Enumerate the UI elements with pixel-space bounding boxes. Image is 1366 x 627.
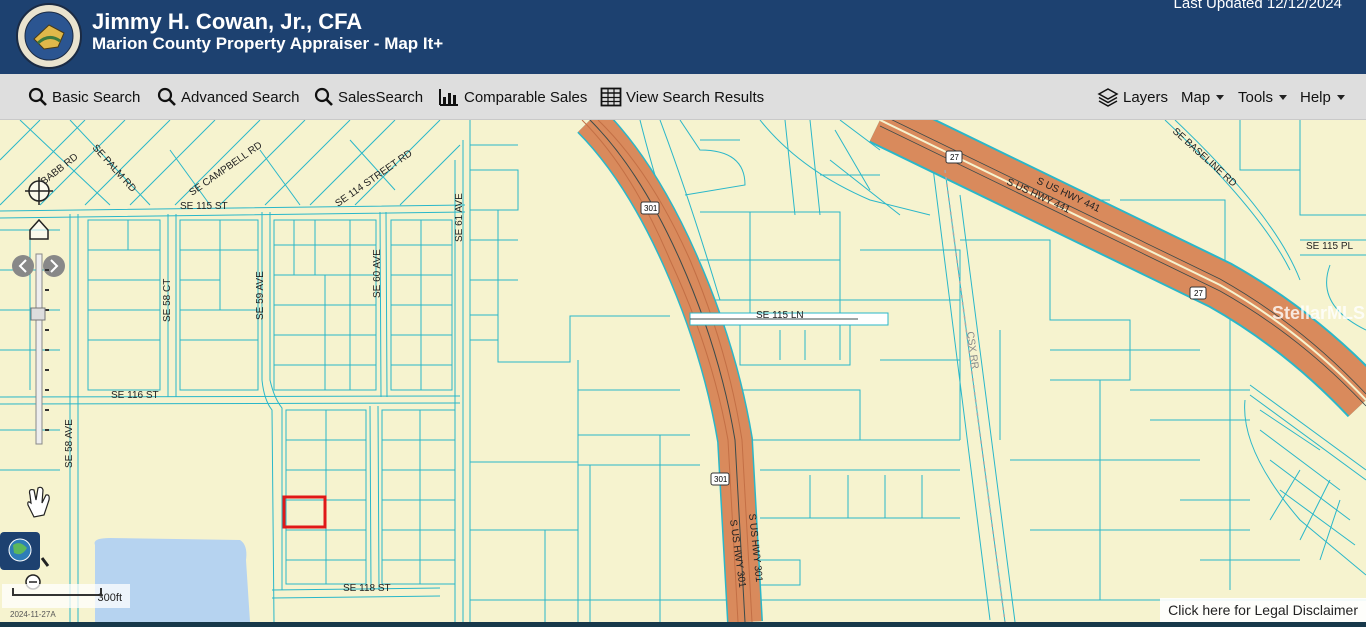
map-canvas[interactable]: BABB RD SE PALM RD SE CAMPBELL RD SE 114… [0,120,1366,622]
lake-water-body [94,538,250,622]
street-label-se-61-ave: SE 61 AVE [454,193,465,242]
scale-bar: 300ft [2,584,130,608]
app-title: Jimmy H. Cowan, Jr., CFA [92,9,363,34]
scale-bar-line [12,588,102,596]
advanced-search-label: Advanced Search [181,88,300,106]
help-menu-label: Help [1300,88,1331,106]
sales-search-button[interactable]: SalesSearch [314,74,423,120]
main-toolbar: Basic Search Advanced Search SalesSearch… [0,74,1366,120]
app-header: Jimmy H. Cowan, Jr., CFA Marion County P… [0,0,1366,74]
caret-down-icon [1216,94,1225,100]
view-search-results-label: View Search Results [626,88,765,106]
table-grid-icon [600,87,622,107]
legal-disclaimer-link[interactable]: Click here for Legal Disclaimer [1160,598,1366,622]
us301-shield-north: 301 [644,204,658,213]
map-view[interactable]: BABB RD SE PALM RD SE CAMPBELL RD SE 114… [0,120,1366,622]
street-label-se-115-pl: SE 115 PL [1306,241,1354,252]
search-icon [157,87,176,106]
imagery-date-stamp: 2024-11-27A [10,610,56,619]
us27-shield-east: 27 [1194,289,1203,298]
search-icon [314,87,333,106]
scale-bar-label: 300ft [97,592,122,604]
property-appraiser-seal-logo [16,3,82,69]
tools-menu-label: Tools [1238,88,1274,106]
street-label-se-58-ct: SE 58 CT [162,279,173,322]
view-search-results-button[interactable]: View Search Results [600,74,764,120]
bottom-status-bar [0,622,1366,627]
basic-search-label: Basic Search [52,88,141,106]
pan-right-icon[interactable] [43,255,65,277]
street-label-se-58-ave: SE 58 AVE [64,419,75,468]
us27-shield-north: 27 [950,153,959,162]
layers-icon [1097,88,1119,107]
street-label-se-60-ave: SE 60 AVE [372,249,383,298]
sales-search-label: SalesSearch [338,88,424,106]
bar-chart-icon [439,89,458,106]
zoom-slider-handle [30,307,46,321]
map-menu-label: Map [1181,88,1211,106]
street-label-se-118-st: SE 118 ST [343,583,391,594]
street-label-se-116-st: SE 116 ST [111,390,159,401]
app-subtitle: Marion County Property Appraiser - Map I… [92,34,444,53]
pan-left-icon[interactable] [12,255,34,277]
comparable-sales-button[interactable]: Comparable Sales [438,74,587,120]
last-updated-text: Last Updated 12/12/2024 [1173,0,1342,12]
map-menu-dropdown[interactable]: Map [1181,74,1225,120]
search-icon [28,87,47,106]
basic-search-button[interactable]: Basic Search [28,74,140,120]
comparable-sales-label: Comparable Sales [464,88,588,106]
layers-button[interactable]: Layers [1097,74,1168,120]
us301-shield-south: 301 [714,475,728,484]
street-label-se-115-st: SE 115 ST [180,201,228,212]
mls-watermark: StellarMLS [1272,303,1366,323]
street-label-se-115-ln: SE 115 LN [756,310,804,321]
tools-menu-dropdown[interactable]: Tools [1238,74,1288,120]
layers-label: Layers [1123,88,1169,106]
help-menu-dropdown[interactable]: Help [1300,74,1345,120]
advanced-search-button[interactable]: Advanced Search [157,74,299,120]
street-label-se-59-ave: SE 59 AVE [255,271,266,320]
caret-down-icon [1336,94,1345,100]
caret-down-icon [1279,94,1288,100]
